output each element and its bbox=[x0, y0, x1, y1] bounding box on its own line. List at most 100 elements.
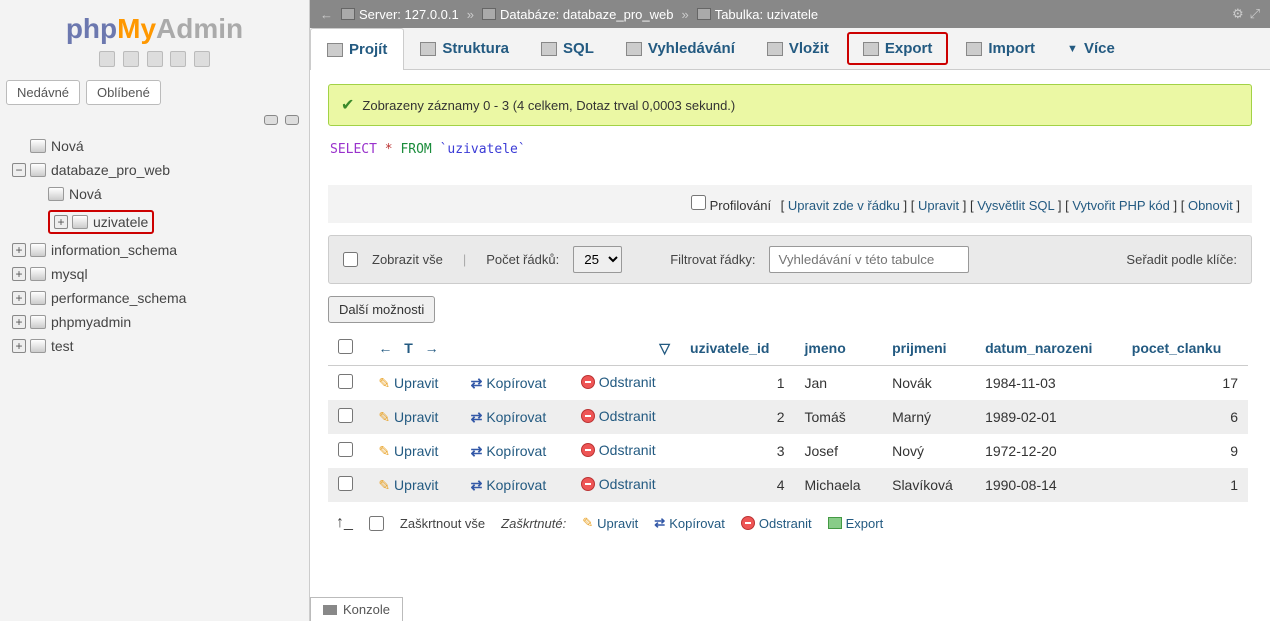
breadcrumb: ← Server: 127.0.0.1 » Databáze: databaze… bbox=[310, 0, 1270, 28]
export-icon bbox=[828, 517, 842, 529]
settings-icon[interactable] bbox=[170, 51, 186, 67]
export-icon bbox=[863, 42, 879, 56]
bulk-delete[interactable]: Odstranit bbox=[741, 516, 812, 531]
row-edit[interactable]: ✎Upravit bbox=[378, 477, 438, 494]
select-all-checkbox[interactable] bbox=[338, 339, 353, 354]
insert-icon bbox=[767, 42, 783, 56]
logo[interactable]: phpMyAdmin bbox=[0, 5, 309, 47]
row-checkbox[interactable] bbox=[338, 374, 353, 389]
expand-icon[interactable]: + bbox=[12, 267, 26, 281]
minus-circle-icon bbox=[581, 375, 595, 389]
col-pocet[interactable]: pocet_clanku bbox=[1132, 340, 1221, 356]
tree-item-phpmyadmin[interactable]: + phpmyadmin bbox=[10, 310, 305, 334]
row-copy[interactable]: ⇄Kopírovat bbox=[471, 409, 547, 426]
tree-item-new-table[interactable]: Nová bbox=[46, 182, 305, 206]
cell-id: 1 bbox=[680, 366, 794, 401]
gear-icon[interactable]: ⚙ bbox=[1232, 6, 1244, 22]
filter-input[interactable] bbox=[769, 246, 969, 273]
edit-link[interactable]: Upravit bbox=[918, 198, 959, 213]
refresh-link[interactable]: Obnovit bbox=[1188, 198, 1233, 213]
tree-item-performance-schema[interactable]: + performance_schema bbox=[10, 286, 305, 310]
table-row: ✎Upravit⇄KopírovatOdstranit2TomášMarný19… bbox=[328, 400, 1248, 434]
more-options-button[interactable]: Další možnosti bbox=[328, 296, 435, 323]
link-icon[interactable] bbox=[285, 115, 299, 125]
reload-icon[interactable] bbox=[194, 51, 210, 67]
rows-select[interactable]: 25 bbox=[573, 246, 622, 273]
breadcrumb-db[interactable]: databaze_pro_web bbox=[563, 7, 674, 22]
logout-icon[interactable] bbox=[123, 51, 139, 67]
recent-tab[interactable]: Nedávné bbox=[6, 80, 80, 105]
tab-import[interactable]: Import bbox=[950, 28, 1051, 69]
results-table: ← T → ▽ uzivatele_id jmeno prijmeni datu… bbox=[328, 331, 1248, 502]
row-checkbox[interactable] bbox=[338, 408, 353, 423]
expand-icon[interactable]: + bbox=[12, 243, 26, 257]
row-delete[interactable]: Odstranit bbox=[581, 408, 656, 424]
php-link[interactable]: Vytvořit PHP kód bbox=[1072, 198, 1170, 213]
copy-icon: ⇄ bbox=[654, 515, 665, 531]
home-icon[interactable] bbox=[99, 51, 115, 67]
bulk-edit[interactable]: ✎Upravit bbox=[582, 515, 638, 531]
collapse-icon[interactable]: − bbox=[12, 163, 26, 177]
row-delete[interactable]: Odstranit bbox=[581, 374, 656, 390]
expand-icon[interactable]: + bbox=[12, 291, 26, 305]
tree-item-new[interactable]: Nová bbox=[28, 134, 305, 158]
sort-indicator-icon[interactable]: ▽ bbox=[659, 340, 670, 356]
cell-jmeno: Michaela bbox=[795, 468, 883, 502]
structure-icon bbox=[420, 42, 436, 56]
cell-prijmeni: Novák bbox=[882, 366, 975, 401]
tree-item-mysql[interactable]: + mysql bbox=[10, 262, 305, 286]
breadcrumb-table[interactable]: uzivatele bbox=[767, 7, 818, 22]
col-datum[interactable]: datum_narozeni bbox=[985, 340, 1092, 356]
row-copy[interactable]: ⇄Kopírovat bbox=[471, 375, 547, 392]
console-tab[interactable]: Konzole bbox=[310, 597, 403, 621]
collapse-all-icon[interactable] bbox=[264, 115, 278, 125]
tab-structure[interactable]: Struktura bbox=[404, 28, 525, 69]
row-checkbox[interactable] bbox=[338, 476, 353, 491]
tree-item-databaze-pro-web[interactable]: − databaze_pro_web bbox=[10, 158, 305, 182]
table-row: ✎Upravit⇄KopírovatOdstranit4MichaelaSlav… bbox=[328, 468, 1248, 502]
expand-icon[interactable]: + bbox=[54, 215, 68, 229]
explain-link[interactable]: Vysvětlit SQL bbox=[977, 198, 1054, 213]
col-id[interactable]: uzivatele_id bbox=[690, 340, 769, 356]
nav-tree: Nová − databaze_pro_web Nová + uzivatele… bbox=[0, 134, 309, 358]
database-icon bbox=[30, 315, 46, 329]
filter-label: Filtrovat řádky: bbox=[670, 252, 755, 267]
minus-circle-icon bbox=[581, 443, 595, 457]
bulk-copy[interactable]: ⇄Kopírovat bbox=[654, 515, 725, 531]
col-prijmeni[interactable]: prijmeni bbox=[892, 340, 946, 356]
row-checkbox[interactable] bbox=[338, 442, 353, 457]
bulk-export[interactable]: Export bbox=[828, 516, 884, 531]
tab-insert[interactable]: Vložit bbox=[751, 28, 845, 69]
row-delete[interactable]: Odstranit bbox=[581, 442, 656, 458]
expand-icon[interactable]: + bbox=[12, 315, 26, 329]
expand-icon[interactable]: + bbox=[12, 339, 26, 353]
breadcrumb-server[interactable]: 127.0.0.1 bbox=[405, 7, 459, 22]
tab-search[interactable]: Vyhledávání bbox=[610, 28, 751, 69]
profiling-checkbox[interactable] bbox=[691, 195, 706, 210]
database-icon bbox=[30, 339, 46, 353]
row-edit[interactable]: ✎Upravit bbox=[378, 375, 438, 392]
exit-icon[interactable]: ⤢ bbox=[1250, 6, 1260, 22]
check-all-checkbox[interactable] bbox=[369, 516, 384, 531]
docs-icon[interactable] bbox=[147, 51, 163, 67]
with-selected-label: Zaškrtnuté: bbox=[501, 516, 566, 531]
sort-arrows-icon[interactable]: ← T → bbox=[378, 340, 442, 356]
row-edit[interactable]: ✎Upravit bbox=[378, 443, 438, 460]
tab-export[interactable]: Export bbox=[847, 32, 949, 65]
row-edit[interactable]: ✎Upravit bbox=[378, 409, 438, 426]
tree-item-uzivatele[interactable]: + uzivatele bbox=[46, 206, 305, 238]
tab-browse[interactable]: Projít bbox=[310, 28, 404, 70]
favorites-tab[interactable]: Oblíbené bbox=[86, 80, 161, 105]
row-copy[interactable]: ⇄Kopírovat bbox=[471, 477, 547, 494]
col-jmeno[interactable]: jmeno bbox=[805, 340, 846, 356]
row-delete[interactable]: Odstranit bbox=[581, 476, 656, 492]
copy-icon: ⇄ bbox=[471, 477, 483, 494]
show-all-checkbox[interactable] bbox=[343, 252, 358, 267]
tab-sql[interactable]: SQL bbox=[525, 28, 610, 69]
row-copy[interactable]: ⇄Kopírovat bbox=[471, 443, 547, 460]
tree-item-information-schema[interactable]: + information_schema bbox=[10, 238, 305, 262]
tab-more[interactable]: ▼Více bbox=[1051, 28, 1131, 69]
tree-item-test[interactable]: + test bbox=[10, 334, 305, 358]
back-icon[interactable]: ← bbox=[320, 7, 333, 22]
inline-edit-link[interactable]: Upravit zde v řádku bbox=[788, 198, 900, 213]
